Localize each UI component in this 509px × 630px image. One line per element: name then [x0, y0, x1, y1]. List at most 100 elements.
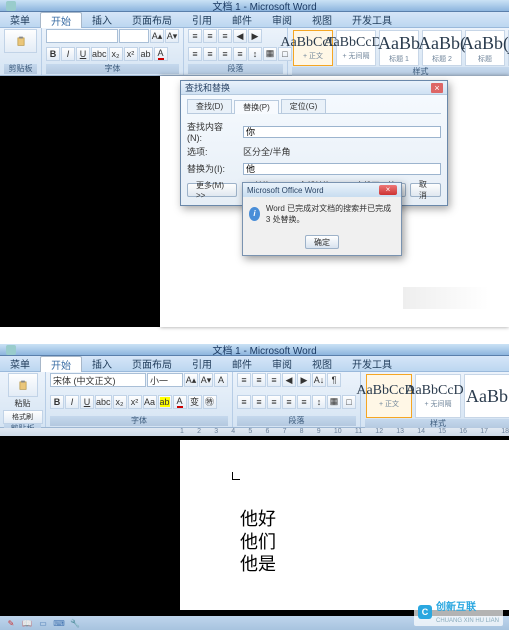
shrink-font-button[interactable]: A▾	[165, 29, 179, 43]
align-right-button[interactable]: ≡	[218, 47, 232, 61]
keyboard-icon[interactable]: ⌨	[54, 618, 64, 628]
align-justify-button[interactable]: ≡	[233, 47, 247, 61]
bullet-list-button-2[interactable]: ≡	[237, 373, 251, 387]
line-spacing-button[interactable]: ↕	[248, 47, 262, 61]
messagebox-title-bar[interactable]: Microsoft Office Word ×	[243, 183, 401, 197]
bold-button-2[interactable]: B	[50, 395, 64, 409]
find-input[interactable]	[243, 126, 441, 138]
font-color-button-2[interactable]: A	[173, 395, 187, 409]
tab-insert[interactable]: 插入	[82, 12, 122, 27]
highlight-button[interactable]: ab	[139, 47, 153, 61]
align-justify-button-2[interactable]: ≡	[282, 395, 296, 409]
indent-dec-button[interactable]: ◀	[233, 29, 247, 43]
tab-layout-2[interactable]: 页面布局	[122, 356, 182, 371]
font-size-combo-2[interactable]: 小一	[147, 373, 183, 387]
align-center-button-2[interactable]: ≡	[252, 395, 266, 409]
subscript-button-2[interactable]: x₂	[113, 395, 127, 409]
tab-references-2[interactable]: 引用	[182, 356, 222, 371]
tab-view[interactable]: 视图	[302, 12, 342, 27]
align-center-button[interactable]: ≡	[203, 47, 217, 61]
tab-find[interactable]: 查找(D)	[187, 99, 232, 113]
shading-button[interactable]: ▦	[263, 47, 277, 61]
superscript-button[interactable]: x²	[124, 47, 138, 61]
enclose-char-button[interactable]: ㊕	[203, 395, 217, 409]
replace-input[interactable]	[243, 163, 441, 175]
line-spacing-button-2[interactable]: ↕	[312, 395, 326, 409]
tab-menu-2[interactable]: 菜单	[0, 356, 40, 371]
tab-view-2[interactable]: 视图	[302, 356, 342, 371]
tab-layout[interactable]: 页面布局	[122, 12, 182, 27]
multilevel-list-button-2[interactable]: ≡	[267, 373, 281, 387]
align-distribute-button[interactable]: ≡	[297, 395, 311, 409]
more-button[interactable]: 更多(M) >>	[187, 183, 237, 197]
wrench-icon[interactable]: 🔧	[70, 618, 80, 628]
document-body-text-2[interactable]: 他好 他们 他是	[240, 508, 276, 576]
phonetic-guide-button[interactable]: 变	[188, 395, 202, 409]
strike-button-2[interactable]: abc	[95, 395, 112, 409]
indent-inc-button[interactable]: ▶	[248, 29, 262, 43]
underline-button[interactable]: U	[76, 47, 90, 61]
sort-button[interactable]: A↓	[312, 373, 326, 387]
tab-mail-2[interactable]: 邮件	[222, 356, 262, 371]
ok-button[interactable]: 确定	[305, 235, 339, 249]
indent-dec-button-2[interactable]: ◀	[282, 373, 296, 387]
underline-button-2[interactable]: U	[80, 395, 94, 409]
highlight-button-2[interactable]: ab	[158, 395, 172, 409]
strike-button[interactable]: abc	[91, 47, 108, 61]
tab-references[interactable]: 引用	[182, 12, 222, 27]
book-icon[interactable]: 📖	[22, 618, 32, 628]
tab-devtools[interactable]: 开发工具	[342, 12, 402, 27]
messagebox-close-button[interactable]: ×	[379, 185, 397, 195]
style-h1-2[interactable]: AaBb	[464, 374, 509, 418]
indent-inc-button-2[interactable]: ▶	[297, 373, 311, 387]
superscript-button-2[interactable]: x²	[128, 395, 142, 409]
style-nospacing-2[interactable]: AaBbCcDd + 无间隔	[415, 374, 461, 418]
style-nospacing[interactable]: AaBbCcDd + 无间隔	[336, 30, 376, 66]
align-left-button[interactable]: ≡	[188, 47, 202, 61]
bold-button[interactable]: B	[46, 47, 60, 61]
paste-button-2[interactable]	[8, 373, 38, 397]
tab-menu[interactable]: 菜单	[0, 12, 40, 27]
style-h2[interactable]: AaBb( 标题 2	[422, 30, 462, 66]
tab-review-2[interactable]: 审阅	[262, 356, 302, 371]
subscript-button[interactable]: x₂	[109, 47, 123, 61]
font-color-button[interactable]: A	[154, 47, 168, 61]
paste-button[interactable]	[4, 29, 37, 53]
font-name-combo-2[interactable]: 宋体 (中文正文)	[50, 373, 146, 387]
style-h1[interactable]: AaBb 标题 1	[379, 30, 419, 66]
shrink-font-button-2[interactable]: A▾	[199, 373, 213, 387]
page-2[interactable]: 他好 他们 他是	[180, 440, 509, 610]
grow-font-button-2[interactable]: A▴	[184, 373, 198, 387]
font-name-combo[interactable]	[46, 29, 118, 43]
tab-mail[interactable]: 邮件	[222, 12, 262, 27]
multilevel-list-button[interactable]: ≡	[218, 29, 232, 43]
show-marks-button[interactable]: ¶	[327, 373, 341, 387]
tab-review[interactable]: 审阅	[262, 12, 302, 27]
format-painter-button[interactable]: 格式刷	[3, 410, 43, 424]
spellcheck-icon[interactable]: ✎	[6, 618, 16, 628]
italic-button[interactable]: I	[61, 47, 75, 61]
clear-formatting-button[interactable]: A	[214, 373, 228, 387]
tab-goto[interactable]: 定位(G)	[281, 99, 327, 113]
font-size-combo[interactable]	[119, 29, 149, 43]
bullet-list-button[interactable]: ≡	[188, 29, 202, 43]
tab-home[interactable]: 开始	[40, 12, 82, 28]
tab-devtools-2[interactable]: 开发工具	[342, 356, 402, 371]
dialog-close-button[interactable]: ×	[431, 83, 443, 93]
number-list-button-2[interactable]: ≡	[252, 373, 266, 387]
tab-insert-2[interactable]: 插入	[82, 356, 122, 371]
shading-button-2[interactable]: ▦	[327, 395, 341, 409]
dialog-title-bar[interactable]: 查找和替换 ×	[181, 81, 447, 95]
style-title[interactable]: AaBb( 标题	[465, 30, 505, 66]
tab-replace[interactable]: 替换(P)	[234, 100, 279, 114]
change-case-button[interactable]: Aa	[143, 395, 157, 409]
cancel-button[interactable]: 取消	[410, 183, 441, 197]
align-right-button-2[interactable]: ≡	[267, 395, 281, 409]
tab-home-2[interactable]: 开始	[40, 356, 82, 372]
align-left-button-2[interactable]: ≡	[237, 395, 251, 409]
office-button[interactable]	[6, 1, 16, 11]
grow-font-button[interactable]: A▴	[150, 29, 164, 43]
border-button-2[interactable]: □	[342, 395, 356, 409]
italic-button-2[interactable]: I	[65, 395, 79, 409]
office-button-2[interactable]	[6, 345, 16, 355]
